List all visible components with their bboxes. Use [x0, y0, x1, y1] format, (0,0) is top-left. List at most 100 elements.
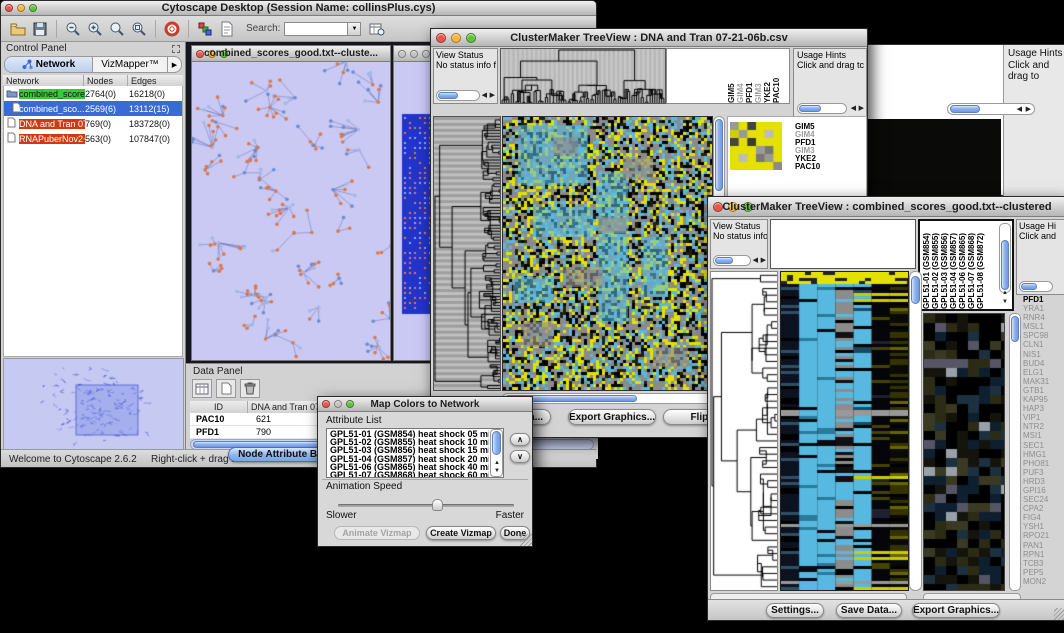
list-item[interactable]: BUD4: [1023, 359, 1064, 368]
frame2-minimize-button[interactable]: [410, 50, 418, 58]
tv1-usage-hscrollbar[interactable]: [797, 103, 847, 114]
zoom-in-button[interactable]: [85, 19, 105, 39]
scroll-right-icon[interactable]: ▶: [1026, 106, 1031, 114]
search-input[interactable]: [284, 22, 348, 36]
list-item[interactable]: PAN1: [1023, 541, 1064, 550]
list-item[interactable]: HRD3: [1023, 477, 1064, 486]
list-item[interactable]: PFD1: [745, 49, 754, 103]
list-item[interactable]: RPO21: [1023, 531, 1064, 540]
list-item[interactable]: MON2: [1023, 577, 1064, 586]
settings-button[interactable]: Settings...: [766, 603, 824, 618]
resize-grip[interactable]: [1054, 608, 1064, 620]
tv2-column-dendrogram-area[interactable]: [770, 219, 916, 269]
list-item[interactable]: MAK31: [1023, 377, 1064, 386]
scroll-left-icon[interactable]: ◀: [482, 92, 487, 100]
main-titlebar[interactable]: Cytoscape Desktop (Session Name: collins…: [1, 1, 596, 16]
scroll-left-icon[interactable]: ◀: [851, 105, 856, 113]
list-item[interactable]: GPL51-04 (GSM857) heat shock 20 min: [330, 455, 489, 463]
list-item[interactable]: GPL51-07 (GSM868) heat shock 60 min: [330, 471, 489, 478]
list-item[interactable]: CLN1: [1023, 340, 1064, 349]
scroll-left-icon[interactable]: ◀: [753, 257, 758, 265]
list-item[interactable]: GPL51-02 (GSM855): [931, 223, 940, 309]
list-item[interactable]: GIM3: [754, 49, 763, 103]
list-item[interactable]: GPL51-06 (GSM865) heat shock 40 min: [330, 463, 489, 471]
delete-attribute-button[interactable]: [240, 379, 260, 398]
scroll-right-icon[interactable]: ▶: [859, 105, 864, 113]
search-dropdown-arrow[interactable]: ▼: [348, 22, 361, 36]
export-graphics-button[interactable]: Export Graphics...: [912, 603, 1000, 618]
col-header-nodes[interactable]: Nodes: [84, 75, 128, 86]
list-item[interactable]: MSI1: [1023, 431, 1064, 440]
tv1-heatmap[interactable]: [502, 116, 713, 391]
open-file-button[interactable]: [8, 19, 28, 39]
attribute-browser-icon[interactable]: [367, 19, 387, 39]
attribute-list-vscrollbar[interactable]: ▲ ▼: [490, 429, 503, 477]
scroll-thumb[interactable]: [1011, 316, 1019, 342]
scroll-thumb[interactable]: [492, 431, 501, 455]
scroll-thumb[interactable]: [438, 92, 458, 99]
scroll-down-icon[interactable]: ▼: [494, 467, 500, 475]
tv2-usage-hscrollbar[interactable]: [1019, 281, 1053, 292]
zoom-selected-button[interactable]: [107, 19, 127, 39]
list-item[interactable]: PUF3: [1023, 468, 1064, 477]
tv1-status-hscrollbar[interactable]: [436, 90, 480, 101]
float-panel-icon[interactable]: [172, 45, 180, 53]
scroll-thumb[interactable]: [911, 276, 920, 304]
list-item[interactable]: ELG1: [1023, 368, 1064, 377]
list-item[interactable]: NIS1: [1023, 350, 1064, 359]
save-data-button[interactable]: Save Data...: [836, 603, 902, 618]
tv1-heatmap-hscrollbar[interactable]: [502, 393, 712, 404]
list-item[interactable]: GPL51-01 (GSM854): [922, 223, 931, 309]
tv2-zoom-heatmap[interactable]: [923, 313, 1005, 591]
scroll-down-icon[interactable]: ▼: [1002, 298, 1008, 306]
attribute-listbox[interactable]: GPL51-01 (GSM854) heat shock 05 minGPL51…: [326, 428, 504, 478]
scroll-thumb[interactable]: [1021, 283, 1037, 290]
tv1-row-dendrogram[interactable]: [433, 116, 501, 391]
tv2-labels-vscrollbar[interactable]: [999, 223, 1011, 293]
save-button[interactable]: [30, 19, 50, 39]
list-item[interactable]: TCB3: [1023, 559, 1064, 568]
fragment-hscroll-thumb[interactable]: [950, 105, 980, 113]
list-item[interactable]: HMG1: [1023, 450, 1064, 459]
list-item[interactable]: KAP95: [1023, 395, 1064, 404]
tab-vizmapper[interactable]: VizMapper™: [93, 57, 167, 72]
annotation-button[interactable]: [217, 19, 237, 39]
move-down-button[interactable]: ∨: [510, 450, 530, 463]
col-header-edges[interactable]: Edges: [128, 75, 183, 86]
list-item[interactable]: YSH1: [1023, 522, 1064, 531]
list-item[interactable]: GPL51-02 (GSM855) heat shock 10 min: [330, 438, 489, 446]
scroll-thumb[interactable]: [715, 119, 723, 191]
scroll-right-icon[interactable]: ▶: [761, 257, 766, 265]
list-item[interactable]: GPL51-03 (GSM856) heat shock 15 min: [330, 446, 489, 454]
tv2-heatmap[interactable]: [780, 271, 909, 591]
treeview2-titlebar[interactable]: ClusterMaker TreeView : combined_scores_…: [708, 197, 1064, 217]
list-item[interactable]: YRA1: [1023, 304, 1064, 313]
network-list-row[interactable]: combined_sco...2569(6)13112(15): [4, 101, 182, 116]
tv1-zoom-heatmap[interactable]: [730, 122, 782, 170]
list-item[interactable]: PAC10: [795, 163, 820, 171]
tab-network[interactable]: Network: [5, 57, 93, 72]
scroll-left-icon[interactable]: ◀: [1017, 106, 1022, 114]
list-item[interactable]: SPC98: [1023, 331, 1064, 340]
scroll-right-icon[interactable]: ▶: [490, 92, 495, 100]
resize-grip[interactable]: [520, 534, 532, 546]
tv2-status-hscrollbar[interactable]: [713, 255, 751, 266]
fragment-heatmap-area[interactable]: [867, 119, 1001, 196]
tv1-column-dendrogram[interactable]: [500, 48, 666, 104]
scroll-thumb[interactable]: [1001, 240, 1009, 290]
vizmapper-button[interactable]: [195, 19, 215, 39]
list-item[interactable]: RNR4: [1023, 313, 1064, 322]
data-col-id[interactable]: ID: [190, 401, 248, 413]
tv2-heatmap-vscrollbar[interactable]: [909, 271, 922, 591]
fragment-hscrollbar[interactable]: ◀ ▶: [947, 103, 1035, 115]
col-header-network[interactable]: Network: [3, 75, 84, 86]
attribute-select-button[interactable]: [192, 379, 212, 398]
list-item[interactable]: PHO81: [1023, 459, 1064, 468]
move-up-button[interactable]: ∧: [510, 433, 530, 446]
list-item[interactable]: GPL51-04 (GSM857): [949, 223, 958, 309]
list-item[interactable]: FIG4: [1023, 513, 1064, 522]
animate-vizmap-button[interactable]: Animate Vizmap: [334, 526, 420, 540]
list-item[interactable]: GIM4: [736, 49, 745, 103]
network-overview-canvas[interactable]: [4, 359, 183, 455]
export-graphics-button[interactable]: Export Graphics...: [568, 409, 656, 425]
